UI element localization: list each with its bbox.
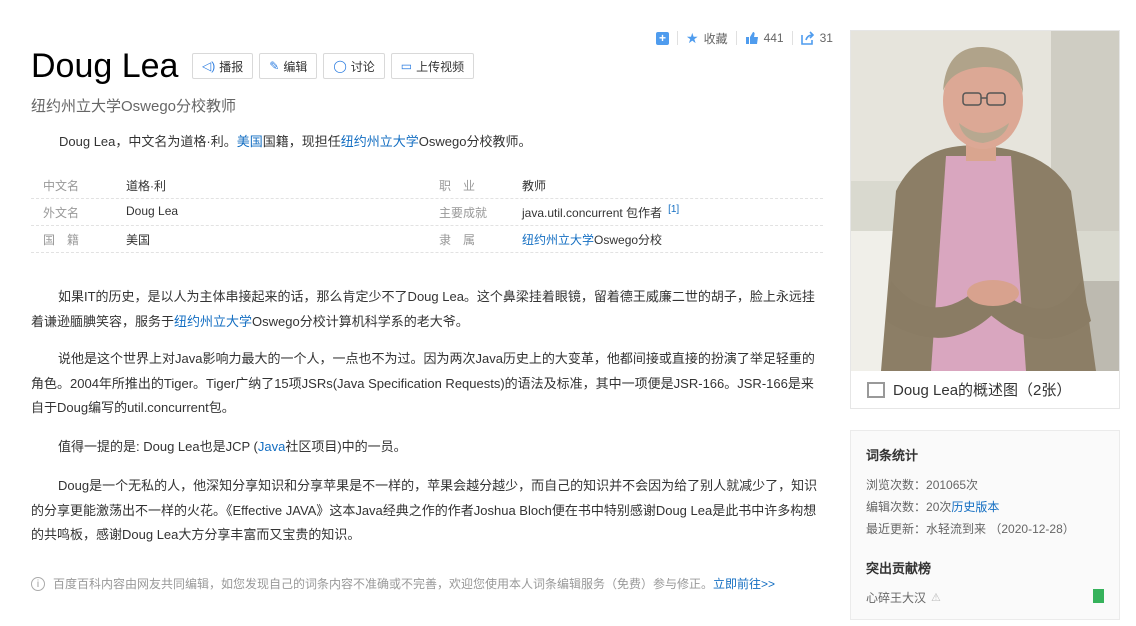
info-item: 国 籍 美国 bbox=[31, 231, 427, 248]
notice-text: 百度百科内容由网友共同编辑，如您发现自己的词条内容不准确或不完善，欢迎您使用本人… bbox=[53, 577, 714, 591]
add-icon[interactable]: + bbox=[656, 31, 669, 45]
discuss-button[interactable]: ◯ 讨论 bbox=[323, 53, 385, 79]
broadcast-button[interactable]: ◁) 播报 bbox=[192, 53, 254, 79]
link-java[interactable]: Java bbox=[258, 439, 285, 454]
contributor-name: 心碎王大汉 bbox=[866, 591, 927, 605]
image-caption[interactable]: Doug Lea的概述图（2张） bbox=[867, 379, 1071, 400]
info-item: 外文名 Doug Lea bbox=[31, 204, 427, 221]
link-suny[interactable]: 纽约州立大学 bbox=[522, 233, 594, 247]
comment-icon: ◯ bbox=[333, 59, 347, 73]
views-value: 201065次 bbox=[926, 478, 979, 492]
info-value: Doug Lea bbox=[126, 203, 179, 218]
info-value: 教师 bbox=[522, 178, 547, 193]
star-icon: ★ bbox=[686, 29, 699, 46]
page-subtitle: 纽约州立大学Oswego分校教师 bbox=[31, 98, 237, 115]
info-value: 道格·利 bbox=[126, 178, 166, 193]
entry-actions: + ★ 收藏 441 31 bbox=[656, 28, 833, 48]
info-key: 国 籍 bbox=[43, 232, 80, 247]
link-usa[interactable]: 美国 bbox=[126, 231, 150, 248]
entry-summary: Doug Lea，中文名为道格·利。美国国籍，现担任纽约州立大学Oswego分校… bbox=[59, 131, 531, 150]
page-title: Doug Lea bbox=[31, 47, 179, 85]
portrait-image[interactable] bbox=[851, 31, 1119, 371]
info-value: java.util.concurrent 包作者 [1] bbox=[522, 204, 679, 221]
speaker-icon: ◁) bbox=[202, 59, 216, 73]
contributor-item[interactable]: 心碎王大汉 ⚠ bbox=[866, 589, 941, 606]
summary-image-card[interactable]: Doug Lea的概述图（2张） bbox=[850, 30, 1120, 409]
info-value-text: Oswego分校 bbox=[594, 232, 663, 247]
entry-toolbar: ◁) 播报 ✎ 编辑 ◯ 讨论 ▭ 上传视频 bbox=[192, 53, 475, 79]
go-now-link[interactable]: 立即前往>> bbox=[713, 575, 775, 592]
updated-label: 最近更新： bbox=[866, 522, 927, 536]
history-link[interactable]: 历史版本 bbox=[951, 500, 999, 514]
link-suny[interactable]: 纽约州立大学 bbox=[341, 134, 419, 149]
updated-stat: 最近更新：水轻流到来 （2020-12-28） bbox=[866, 520, 1075, 537]
summary-text: 国籍，现担任 bbox=[262, 134, 341, 149]
divider bbox=[677, 31, 678, 45]
basic-info-table: 中文名 道格·利 职 业 教师 外文名 Doug Lea 主要成就 java.util.… bbox=[31, 172, 823, 253]
discuss-label: 讨论 bbox=[350, 59, 375, 74]
summary-text: Oswego分校教师。 bbox=[418, 134, 532, 149]
stats-title: 词条统计 bbox=[866, 448, 919, 463]
edit-label: 编辑 bbox=[283, 59, 308, 74]
info-icon: i bbox=[31, 576, 45, 591]
paragraph-text: 社区项目)中的一员。 bbox=[285, 439, 407, 454]
info-item: 隶 属 纽约州立大学Oswego分校 bbox=[427, 231, 823, 248]
updated-date: （2020-12-28） bbox=[989, 522, 1075, 536]
views-stat: 浏览次数：201065次 bbox=[866, 476, 978, 493]
share-button[interactable]: 31 bbox=[800, 31, 833, 45]
paragraph: 说他是这个世界上对Java影响力最大的一个人，一点也不为过。因为两次Java历史… bbox=[31, 351, 815, 415]
share-count: 31 bbox=[819, 31, 833, 45]
like-count: 441 bbox=[763, 31, 784, 45]
info-key: 中文名 bbox=[43, 178, 80, 193]
paragraph: Doug是一个无私的人，他深知分享知识和分享苹果是不一样的，苹果会越分越少，而自… bbox=[31, 478, 818, 542]
favorite-button[interactable]: ★ 收藏 bbox=[686, 30, 728, 47]
pencil-icon: ✎ bbox=[269, 59, 280, 73]
info-item: 职 业 教师 bbox=[427, 177, 823, 194]
info-row: 中文名 道格·利 职 业 教师 bbox=[31, 172, 823, 199]
info-key: 外文名 bbox=[43, 205, 80, 220]
link-usa[interactable]: 美国 bbox=[237, 134, 263, 149]
edit-notice: i 百度百科内容由网友共同编辑，如您发现自己的词条内容不准确或不完善，欢迎您使用… bbox=[31, 575, 775, 592]
image-gallery-icon bbox=[867, 381, 885, 398]
info-item: 主要成就 java.util.concurrent 包作者 [1] bbox=[427, 204, 823, 221]
updated-by[interactable]: 水轻流到来 bbox=[926, 522, 986, 536]
citation-link[interactable]: [1] bbox=[668, 204, 679, 215]
info-row: 国 籍 美国 隶 属 纽约州立大学Oswego分校 bbox=[31, 226, 823, 253]
favorite-label: 收藏 bbox=[703, 31, 728, 46]
upload-video-label: 上传视频 bbox=[416, 59, 465, 74]
upload-video-button[interactable]: ▭ 上传视频 bbox=[390, 53, 475, 79]
info-value: 纽约州立大学Oswego分校 bbox=[522, 231, 662, 248]
thumbs-up-icon bbox=[745, 32, 758, 44]
info-key: 职 业 bbox=[439, 178, 476, 193]
paragraph-text: 值得一提的是: Doug Lea也是JCP ( bbox=[58, 439, 258, 454]
share-icon bbox=[800, 31, 814, 45]
link-suny[interactable]: 纽约州立大学 bbox=[174, 314, 252, 329]
edits-value: 20次 bbox=[926, 500, 952, 514]
contrib-title: 突出贡献榜 bbox=[866, 561, 932, 576]
edits-label: 编辑次数： bbox=[866, 500, 927, 514]
divider bbox=[791, 31, 793, 45]
info-row: 外文名 Doug Lea 主要成就 java.util.concurrent 包作者… bbox=[31, 199, 823, 226]
edits-stat: 编辑次数：20次历史版本 bbox=[866, 498, 999, 515]
bookmark-icon[interactable] bbox=[1093, 589, 1104, 603]
info-item: 中文名 道格·利 bbox=[31, 177, 427, 194]
info-key: 主要成就 bbox=[439, 205, 488, 220]
broadcast-label: 播报 bbox=[219, 59, 244, 74]
paragraph: 如果IT的历史，是以人为主体串接起来的话，那么肯定少不了Doug Lea。这个鼻… bbox=[31, 285, 824, 334]
paragraph-text: Oswego分校计算机科学系的老大爷。 bbox=[252, 313, 469, 329]
warning-icon: ⚠ bbox=[931, 592, 941, 604]
caption-text: Doug Lea的概述图（2张） bbox=[893, 382, 1072, 399]
like-button[interactable]: 441 bbox=[745, 31, 784, 45]
edit-button[interactable]: ✎ 编辑 bbox=[259, 53, 318, 79]
summary-text: Doug Lea，中文名为道格·利。 bbox=[59, 134, 237, 149]
info-value-text: java.util.concurrent 包作者 bbox=[522, 205, 663, 220]
video-icon: ▭ bbox=[400, 59, 413, 73]
paragraph: 值得一提的是: Doug Lea也是JCP (Java社区项目)中的一员。 bbox=[31, 435, 824, 460]
info-key: 隶 属 bbox=[439, 232, 476, 247]
entry-stats-panel: 词条统计 浏览次数：201065次 编辑次数：20次历史版本 最近更新：水轻流到… bbox=[850, 430, 1120, 620]
divider bbox=[735, 31, 737, 45]
views-label: 浏览次数： bbox=[866, 478, 927, 492]
